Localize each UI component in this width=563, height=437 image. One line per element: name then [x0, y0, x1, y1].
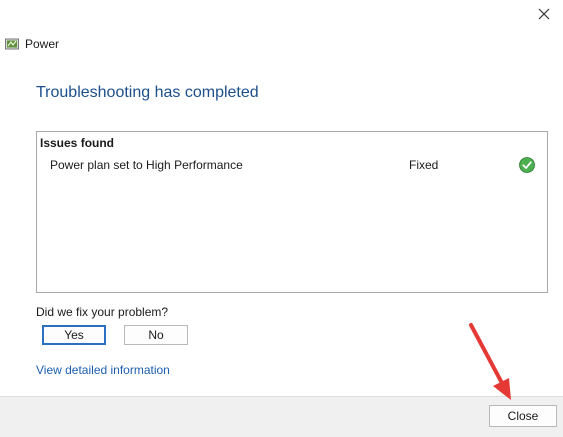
- close-button[interactable]: Close: [489, 405, 557, 427]
- feedback-question: Did we fix your problem?: [36, 305, 169, 319]
- issues-header: Issues found: [40, 136, 115, 150]
- issue-status: Fixed: [409, 158, 439, 172]
- check-circle-icon: [519, 157, 535, 173]
- window-close-button[interactable]: [529, 4, 559, 24]
- list-item: Power plan set to High Performance Fixed: [37, 156, 547, 174]
- view-details-link[interactable]: View detailed information: [36, 363, 170, 377]
- close-icon: [538, 8, 550, 20]
- yes-button[interactable]: Yes: [42, 325, 106, 345]
- window-titlebar: Power: [5, 36, 59, 52]
- no-button[interactable]: No: [124, 325, 188, 345]
- page-title: Troubleshooting has completed: [36, 84, 259, 101]
- window-title: Power: [25, 37, 60, 51]
- power-troubleshooter-icon: [5, 38, 19, 50]
- issue-name: Power plan set to High Performance: [50, 158, 243, 172]
- dialog-footer: [0, 396, 563, 437]
- issues-list: Issues found Power plan set to High Perf…: [36, 131, 548, 293]
